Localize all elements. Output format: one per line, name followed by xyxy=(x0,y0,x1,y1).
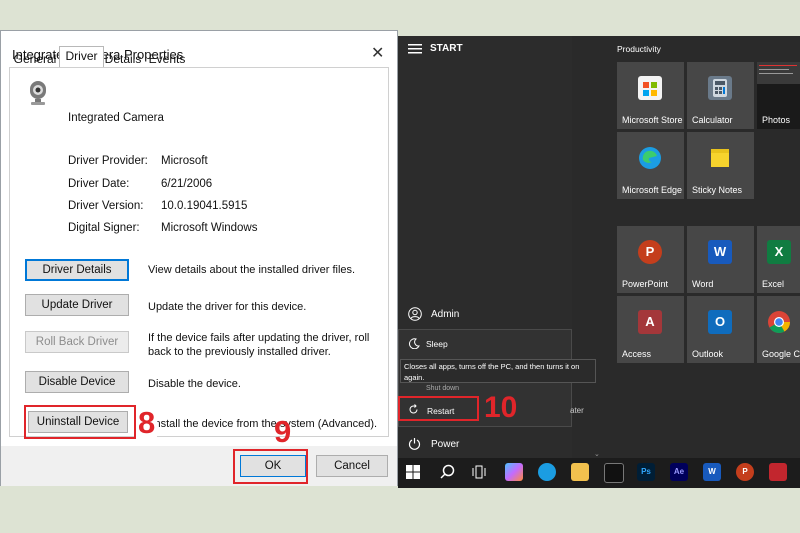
tile-label: Excel xyxy=(762,279,785,289)
chevron-down-icon[interactable]: ⌄ xyxy=(594,450,600,458)
edge-icon xyxy=(638,146,662,170)
power-button[interactable]: Power xyxy=(431,439,459,450)
device-name: Integrated Camera xyxy=(68,112,164,124)
highlight-ok xyxy=(233,449,308,484)
cancel-button[interactable]: Cancel xyxy=(316,455,388,477)
group-label: Productivity xyxy=(617,44,661,54)
tile-excel[interactable]: X Excel xyxy=(757,226,800,293)
info-label: Driver Provider: xyxy=(68,155,148,167)
excel-icon: X xyxy=(767,240,791,264)
webcam-icon xyxy=(30,81,46,105)
tile-label: Photos xyxy=(762,115,791,125)
powerpoint-icon: P xyxy=(638,240,662,264)
uninstall-device-desc: Uninstall the device from the system (Ad… xyxy=(138,418,378,430)
shutdown-option[interactable]: Shut down xyxy=(426,385,459,392)
copilot-icon[interactable] xyxy=(505,463,523,481)
roll-back-desc-line2: back to the previously installed driver. xyxy=(148,346,331,358)
tile-powerpoint[interactable]: P PowerPoint xyxy=(617,226,684,293)
update-driver-button[interactable]: Update Driver xyxy=(25,294,129,316)
tile-access[interactable]: A Access xyxy=(617,296,684,363)
hp-icon[interactable] xyxy=(769,463,787,481)
disable-device-desc: Disable the device. xyxy=(148,378,241,390)
tile-sticky-notes[interactable]: Sticky Notes xyxy=(687,132,754,199)
tile-outlook[interactable]: O Outlook xyxy=(687,296,754,363)
user-name[interactable]: Admin xyxy=(431,309,459,320)
file-explorer-icon[interactable] xyxy=(571,463,589,481)
tile-label: Outlook xyxy=(692,349,724,359)
tile-label: Microsoft Edge xyxy=(622,185,683,195)
highlight-restart xyxy=(398,396,479,421)
tile-label: Microsoft Store xyxy=(622,115,683,125)
info-value: 6/21/2006 xyxy=(161,178,213,190)
tile-photos[interactable]: Photos xyxy=(757,62,800,129)
info-value: 10.0.19041.5915 xyxy=(161,200,248,212)
hamburger-menu-icon[interactable] xyxy=(408,43,422,55)
calculator-icon xyxy=(708,76,732,100)
terminal-icon[interactable] xyxy=(604,463,624,483)
word-taskbar-icon[interactable]: W xyxy=(703,463,721,481)
update-driver-desc: Update the driver for this device. xyxy=(148,301,307,313)
step-number-9: 9 xyxy=(274,414,292,449)
tile-label: Word xyxy=(692,279,714,289)
close-icon[interactable]: ✕ xyxy=(371,43,384,63)
start-header: START xyxy=(430,43,463,54)
edge-taskbar-icon[interactable] xyxy=(538,463,556,481)
update-text-partial: ater xyxy=(570,406,584,415)
photos-preview-icon xyxy=(757,62,800,84)
step-number-8: 8 xyxy=(136,405,158,440)
sticky-notes-icon xyxy=(708,146,732,170)
sleep-icon xyxy=(409,338,420,349)
tile-label: PowerPoint xyxy=(622,279,669,289)
tile-label: Google Ch xyxy=(762,349,800,359)
word-icon: W xyxy=(708,240,732,264)
outlook-icon: O xyxy=(708,310,732,334)
search-icon[interactable] xyxy=(440,464,455,479)
highlight-uninstall xyxy=(24,405,136,439)
roll-back-desc-line1: If the device fails after updating the d… xyxy=(148,332,370,344)
user-icon xyxy=(408,307,422,321)
info-label: Driver Date: xyxy=(68,178,130,190)
info-value: Microsoft Windows xyxy=(161,222,258,234)
tile-label: Sticky Notes xyxy=(692,185,743,195)
roll-back-driver-button[interactable]: Roll Back Driver xyxy=(25,331,129,353)
microsoft-store-icon xyxy=(638,76,662,100)
power-icon xyxy=(408,438,421,450)
sleep-option[interactable]: Sleep xyxy=(426,339,448,349)
tile-calculator[interactable]: Calculator xyxy=(687,62,754,129)
disable-device-button[interactable]: Disable Device xyxy=(25,371,129,393)
chrome-icon xyxy=(767,310,791,334)
tile-microsoft-store[interactable]: Microsoft Store xyxy=(617,62,684,129)
powerpoint-taskbar-icon[interactable]: P xyxy=(736,463,754,481)
task-view-icon[interactable] xyxy=(472,465,486,479)
driver-details-desc: View details about the installed driver … xyxy=(148,264,356,276)
after-effects-icon[interactable]: Ae xyxy=(670,463,688,481)
restart-tooltip: Closes all apps, turns off the PC, and t… xyxy=(400,359,596,383)
step-number-10: 10 xyxy=(484,391,518,424)
windows-start-icon[interactable] xyxy=(406,465,420,479)
access-icon: A xyxy=(638,310,662,334)
info-label: Digital Signer: xyxy=(68,222,140,234)
tile-label: Calculator xyxy=(692,115,733,125)
driver-details-button[interactable]: Driver Details xyxy=(25,259,129,281)
tile-word[interactable]: W Word xyxy=(687,226,754,293)
info-value: Microsoft xyxy=(161,155,208,167)
tile-google-chrome[interactable]: Google Ch xyxy=(757,296,800,363)
tile-microsoft-edge[interactable]: Microsoft Edge xyxy=(617,132,684,199)
info-label: Driver Version: xyxy=(68,200,144,212)
photoshop-icon[interactable]: Ps xyxy=(637,463,655,481)
tile-label: Access xyxy=(622,349,652,359)
